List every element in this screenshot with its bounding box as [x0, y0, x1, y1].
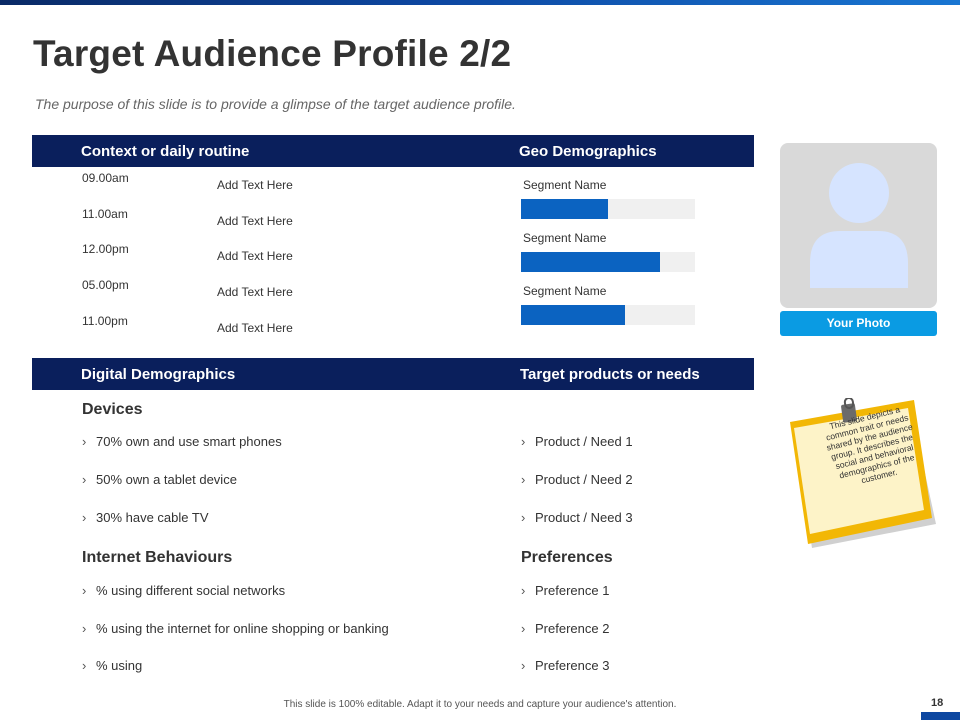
routine-text: Add Text Here — [217, 178, 293, 192]
segment-bar-track — [521, 199, 695, 219]
item-text: % using the internet for online shopping… — [96, 621, 389, 636]
list-item: › 50% own a tablet device — [82, 472, 237, 487]
user-silhouette-icon — [810, 163, 908, 288]
footer-text: This slide is 100% editable. Adapt it to… — [283, 699, 677, 710]
routine-text: Add Text Here — [217, 285, 293, 299]
list-item: › % using — [82, 658, 142, 673]
photo-placeholder[interactable] — [780, 143, 937, 308]
internet-heading: Internet Behaviours — [82, 549, 233, 566]
list-item: › % using different social networks — [82, 583, 285, 598]
item-text: Product / Need 1 — [535, 434, 633, 449]
chevron-right-icon: › — [521, 434, 526, 449]
list-item: › Product / Need 2 — [521, 472, 633, 487]
list-item: › Preference 3 — [521, 658, 609, 673]
routine-text: Add Text Here — [217, 249, 293, 263]
item-text: Preference 1 — [535, 583, 610, 598]
chevron-right-icon: › — [521, 472, 526, 487]
devices-heading: Devices — [82, 401, 143, 418]
chevron-right-icon: › — [82, 583, 87, 598]
header-band-bottom: Digital Demographics Target products or … — [32, 358, 754, 390]
item-text: Preference 3 — [535, 658, 610, 673]
item-text: 50% own a tablet device — [96, 472, 237, 487]
header-band-top: Context or daily routine Geo Demographic… — [32, 135, 754, 167]
routine-time: 05.00pm — [82, 278, 129, 292]
list-item: › Preference 1 — [521, 583, 609, 598]
segment-bar-track — [521, 305, 695, 325]
chevron-right-icon: › — [82, 510, 87, 525]
digital-heading: Digital Demographics — [81, 366, 236, 383]
list-item: › Product / Need 1 — [521, 434, 633, 449]
routine-time: 12.00pm — [82, 242, 129, 256]
item-text: Product / Need 3 — [535, 510, 633, 525]
item-text: Preference 2 — [535, 621, 610, 636]
geo-heading: Geo Demographics — [519, 143, 657, 160]
item-text: % using different social networks — [96, 583, 286, 598]
segment-bar-fill — [521, 199, 608, 219]
routine-text: Add Text Here — [217, 321, 293, 335]
segment-bar-fill — [521, 252, 661, 272]
segment-bar-fill — [521, 305, 626, 325]
top-accent-bar — [0, 0, 960, 5]
page-number: 18 — [931, 697, 944, 709]
segment-label: Segment Name — [523, 178, 607, 192]
segment-label: Segment Name — [523, 284, 607, 298]
slide-title: Target Audience Profile 2/2 — [33, 33, 512, 74]
chevron-right-icon: › — [521, 621, 526, 636]
item-text: 70% own and use smart phones — [96, 434, 282, 449]
chevron-right-icon: › — [82, 472, 87, 487]
list-item: › 70% own and use smart phones — [82, 434, 282, 449]
your-photo-button[interactable]: Your Photo — [780, 311, 937, 336]
list-item: › Product / Need 3 — [521, 510, 633, 525]
list-item: › Preference 2 — [521, 621, 609, 636]
chevron-right-icon: › — [82, 658, 87, 673]
chevron-right-icon: › — [521, 658, 526, 673]
list-item: › 30% have cable TV — [82, 510, 209, 525]
chevron-right-icon: › — [82, 434, 87, 449]
segment-label: Segment Name — [523, 231, 607, 245]
routine-time: 11.00am — [82, 207, 128, 221]
chevron-right-icon: › — [82, 621, 87, 636]
item-text: % using — [96, 658, 143, 673]
routine-text: Add Text Here — [217, 214, 293, 228]
chevron-right-icon: › — [521, 583, 526, 598]
item-text: Product / Need 2 — [535, 472, 633, 487]
preferences-heading: Preferences — [521, 549, 613, 566]
list-item: › % using the internet for online shoppin… — [82, 621, 389, 636]
chevron-right-icon: › — [521, 510, 526, 525]
target-heading: Target products or needs — [520, 366, 700, 383]
segment-bar-track — [521, 252, 695, 272]
page-number-bar — [921, 712, 960, 720]
slide-subtitle: The purpose of this slide is to provide … — [35, 96, 516, 112]
item-text: 30% have cable TV — [96, 510, 209, 525]
routine-time: 11.00pm — [82, 314, 128, 328]
context-heading: Context or daily routine — [81, 143, 250, 160]
routine-time: 09.00am — [82, 171, 129, 185]
